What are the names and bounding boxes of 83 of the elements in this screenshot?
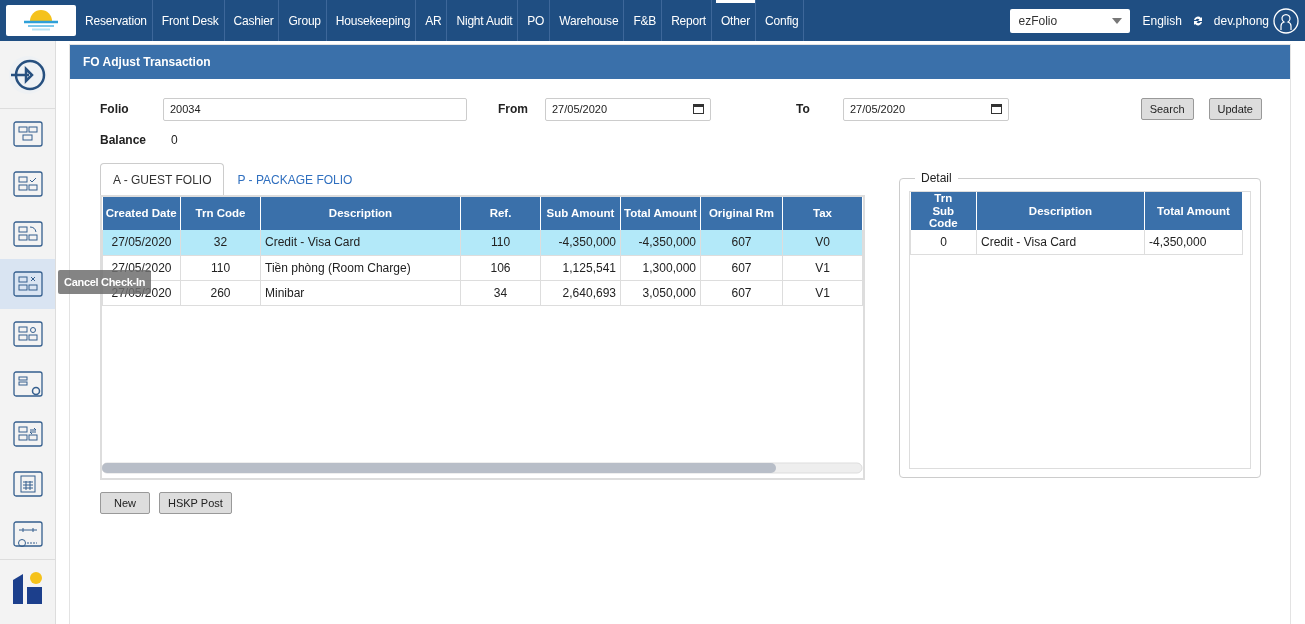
table-cell: V1	[782, 255, 863, 280]
detail-legend: Detail	[915, 171, 958, 185]
nav-tab[interactable]: AR	[420, 0, 448, 41]
table-cell: -4,350,000	[620, 230, 701, 255]
nav-tab[interactable]: Night Audit	[451, 0, 519, 41]
column-header[interactable]: Trn Sub Code	[910, 192, 977, 230]
table-cell: 34	[460, 280, 541, 305]
app-select[interactable]: ezFolio	[1010, 8, 1131, 33]
table-cell: 106	[460, 255, 541, 280]
dropdown-caret-icon	[1112, 17, 1123, 24]
nav-tab[interactable]: Cashier	[228, 0, 280, 41]
table-cell: 607	[700, 280, 783, 305]
table-cell: -4,350,000	[1144, 229, 1243, 255]
folio-tab[interactable]: A - GUEST FOLIO	[100, 163, 225, 195]
column-header[interactable]: Sub Amount	[540, 197, 621, 230]
calculator-icon[interactable]	[12, 470, 43, 498]
nav-tab[interactable]: PO	[522, 0, 551, 41]
calendar-icon[interactable]	[693, 104, 704, 114]
horizontal-scrollbar[interactable]	[102, 462, 864, 474]
column-header[interactable]: Created Date	[102, 197, 181, 230]
table-cell: 0	[910, 229, 977, 255]
from-date-field[interactable]: 27/05/2020	[545, 97, 711, 121]
column-header[interactable]: Trn Code	[180, 197, 261, 230]
table-cell: -4,350,000	[540, 230, 621, 255]
folio-label: Folio	[100, 102, 130, 116]
calendar-icon[interactable]	[991, 104, 1002, 114]
table-cell: Credit - Visa Card	[260, 230, 461, 255]
table-cell: 32	[180, 230, 261, 255]
table-cell: 2,640,693	[540, 280, 621, 305]
table-cell: 27/05/2020	[102, 230, 181, 255]
from-label: From	[498, 102, 529, 116]
table-cell: 607	[700, 255, 783, 280]
table-cell: 1,125,541	[540, 255, 621, 280]
column-header[interactable]: Description	[260, 197, 461, 230]
table-cell: Minibar	[260, 280, 461, 305]
table-cell: Tiền phòng (Room Charge)	[260, 255, 461, 280]
column-header[interactable]: Tax	[782, 197, 863, 230]
user-avatar-icon[interactable]	[1273, 7, 1299, 34]
column-header[interactable]: Description	[976, 192, 1145, 230]
hskp-post-button[interactable]: HSKP Post	[159, 492, 232, 514]
nav-tab[interactable]: Front Desk	[156, 0, 225, 41]
language-link[interactable]: English	[1142, 13, 1182, 28]
cancel-icon[interactable]	[12, 270, 43, 298]
update-button[interactable]: Update	[1208, 98, 1262, 120]
user-name[interactable]: dev.phong	[1213, 13, 1269, 28]
table-row[interactable]: 27/05/2020 32 Credit - Visa Card 110 -4,350,000 -4,350,000 607 V0	[102, 230, 863, 255]
table-cell: V0	[782, 230, 863, 255]
sidebar-item[interactable]	[0, 259, 55, 309]
move-icon[interactable]	[12, 220, 43, 248]
folio-field[interactable]: 20034	[163, 97, 467, 121]
table-cell: 110	[460, 230, 541, 255]
table-cell: 260	[180, 280, 261, 305]
table-cell: V1	[782, 280, 863, 305]
search-button[interactable]: Search	[1140, 98, 1194, 120]
column-header[interactable]: Original Rm	[700, 197, 783, 230]
search-icon[interactable]	[12, 320, 43, 348]
nav-tab[interactable]: Group	[283, 0, 327, 41]
transfer-icon[interactable]	[12, 420, 43, 448]
nav-tab[interactable]: Warehouse	[554, 0, 625, 41]
column-header[interactable]: Total Amount	[1144, 192, 1243, 230]
table-cell: 110	[180, 255, 261, 280]
nav-tab[interactable]: F&B	[628, 0, 663, 41]
nav-tab[interactable]: Config	[759, 0, 805, 41]
table-cell: 607	[700, 230, 783, 255]
column-header[interactable]: Total Amount	[620, 197, 701, 230]
to-date-field[interactable]: 27/05/2020	[843, 97, 1009, 121]
panel-title: FO Adjust Transaction	[70, 45, 1290, 79]
new-button[interactable]: New	[100, 492, 150, 514]
nav-tab[interactable]: Other	[715, 0, 756, 41]
nav-tab[interactable]: Report	[666, 0, 712, 41]
table-cell: 1,300,000	[620, 255, 701, 280]
check-icon[interactable]	[12, 170, 43, 198]
balance-value: 0	[171, 133, 178, 147]
refresh-icon[interactable]	[1191, 14, 1204, 27]
to-label: To	[796, 102, 811, 116]
balance-label: Balance	[100, 133, 147, 147]
nav-tab[interactable]: Reservation	[80, 0, 153, 41]
table-cell: 3,050,000	[620, 280, 701, 305]
column-header[interactable]: Ref.	[460, 197, 541, 230]
nav-tab[interactable]: Housekeeping	[330, 0, 417, 41]
logo[interactable]	[6, 5, 76, 36]
brand-logo[interactable]	[11, 570, 44, 604]
table-cell: Credit - Visa Card	[976, 229, 1145, 255]
